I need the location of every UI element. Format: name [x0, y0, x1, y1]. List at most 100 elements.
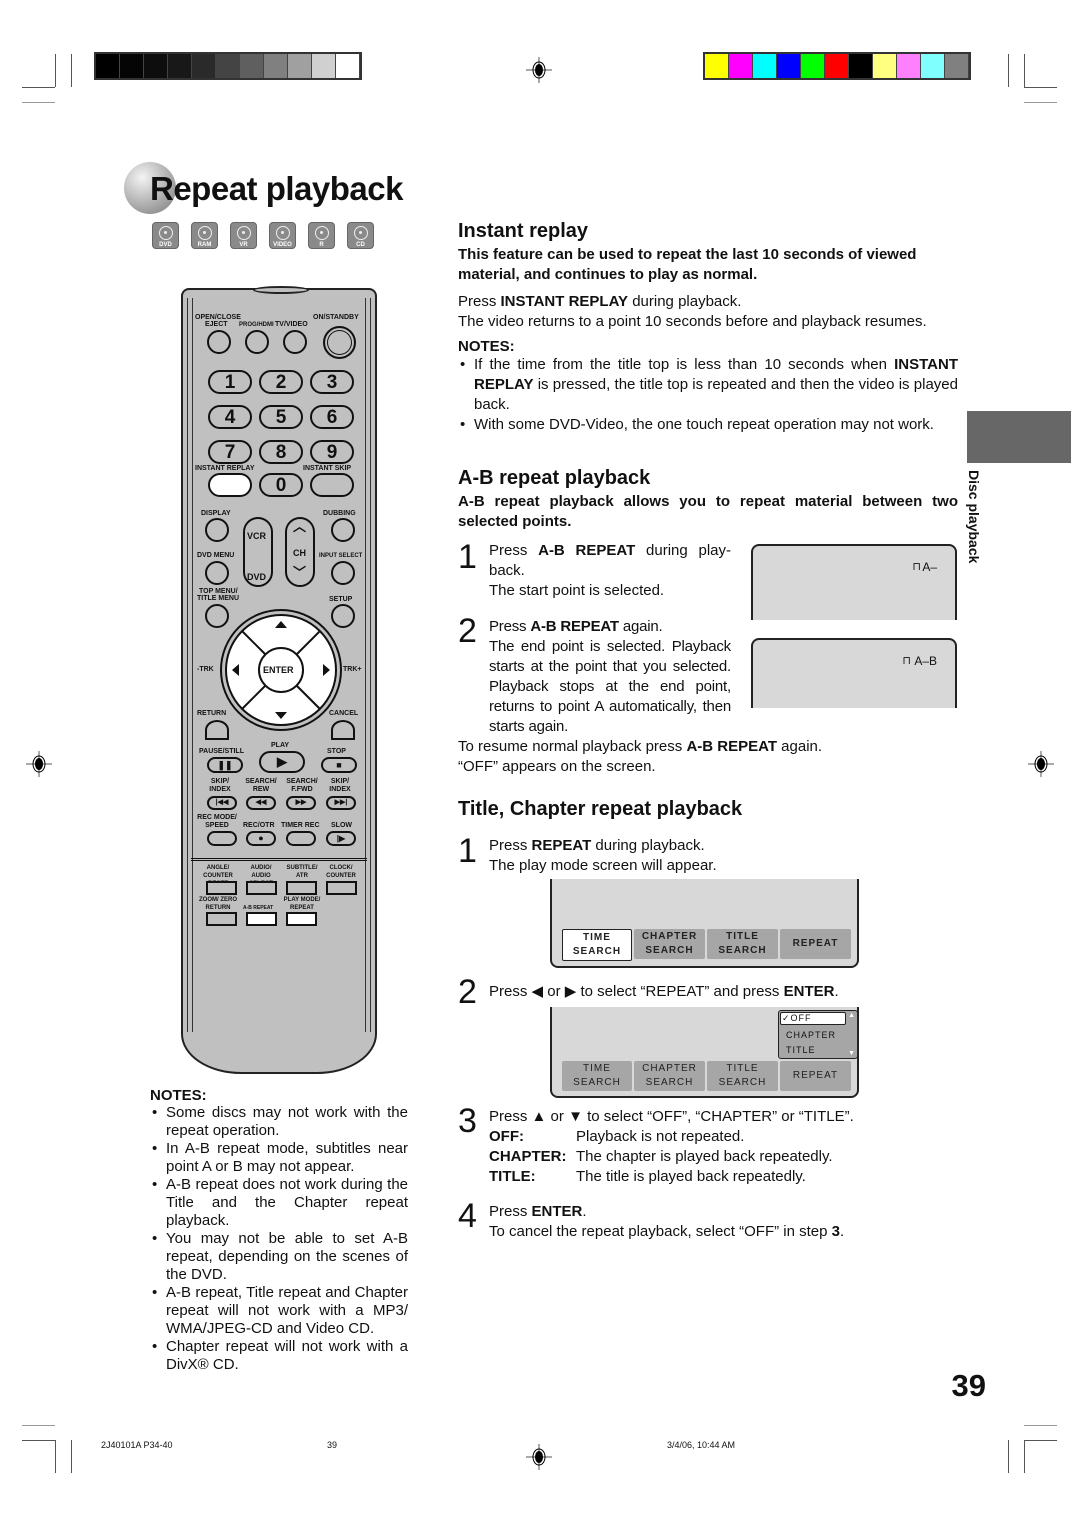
label-instant-skip: INSTANT SKIP [303, 465, 352, 472]
ab-repeat-heading: A-B repeat playback [458, 467, 651, 489]
ab-screen-end: ⊓ A–B [751, 638, 957, 708]
digit-1-button: 1 [208, 370, 252, 394]
label-play-mode: PLAY MODE/ REPEAT [283, 897, 321, 911]
pause-button: ❚❚ [207, 757, 243, 773]
up-arrow-icon: ▲ [531, 1108, 547, 1125]
tc-step4-text: Press ENTER. To cancel the repeat playba… [489, 1203, 845, 1240]
page-number: 39 [951, 1368, 986, 1403]
crop-mark [1024, 87, 1057, 88]
color-bar [703, 52, 971, 80]
open-close-button [207, 330, 231, 354]
crop-mark [22, 102, 55, 103]
rec-otr-button: ● [246, 831, 276, 846]
crop-mark [1024, 1425, 1057, 1426]
title-chapter-heading: Title, Chapter repeat playback [458, 798, 743, 820]
digit-5-button: 5 [259, 405, 303, 429]
step-number: 2 [458, 973, 477, 1011]
label-slow: SLOW [331, 822, 352, 829]
scroll-down-icon: ▼ [848, 1050, 855, 1057]
osd-chapter-search-button: CHAPTER SEARCH [634, 1061, 705, 1091]
angle-button [206, 881, 237, 895]
color-swatch [873, 54, 897, 78]
digit-7-button: 7 [208, 440, 252, 464]
digit-6-button: 6 [310, 405, 354, 429]
repeat-icon: ⊓ [912, 561, 921, 573]
registration-mark-icon [526, 57, 552, 83]
label-vcr: VCR [247, 531, 267, 541]
disc-r-icon: R [308, 222, 335, 249]
digit-3-button: 3 [310, 370, 354, 394]
skip-forward-button: ▶▶| [326, 796, 356, 810]
osd-title-search-button: TITLE SEARCH [707, 929, 778, 959]
color-swatch [168, 54, 192, 78]
crop-mark [55, 1440, 56, 1473]
color-swatch [825, 54, 849, 78]
label-stop: STOP [327, 748, 346, 755]
fast-forward-button: ▶▶ [286, 796, 316, 810]
step-number: 2 [458, 612, 477, 650]
digit-0-button: 0 [259, 473, 303, 497]
left-notes-heading: NOTES: [150, 1087, 207, 1104]
label-input-select: INPUT SELECT [319, 553, 363, 559]
play-mode-repeat-button [286, 912, 317, 926]
tv-video-button [283, 330, 307, 354]
right-arrow-icon: ▶ [564, 983, 577, 1000]
dropdown-option-chapter: CHAPTER [786, 1030, 837, 1040]
color-swatch [192, 54, 216, 78]
left-notes-list: Some discs may not work with the repeat … [150, 1104, 408, 1374]
label-on-standby: ON/STANDBY [313, 314, 359, 321]
label-tv-video: TV/VIDEO [275, 321, 308, 328]
osd-chapter-search-button: CHAPTER SEARCH [634, 929, 705, 959]
enter-button: ENTER [263, 665, 294, 675]
zoom-button [206, 912, 237, 926]
footer-page: 39 [327, 1440, 338, 1450]
input-select-button [331, 561, 355, 585]
step-number: 3 [458, 1102, 477, 1140]
osd-title-search-button: TITLE SEARCH [707, 1061, 778, 1091]
ab-screen-start: ⊓ A– [751, 544, 957, 620]
tc-step2-text: Press ◀ or ▶ to select “REPEAT” and pres… [489, 983, 839, 1000]
osd-time-search-button: TIME SEARCH [562, 1061, 632, 1091]
stop-button: ■ [321, 757, 357, 773]
play-mode-screen-repeat: ✓OFF CHAPTER TITLE ▲ ▼ TIME SEARCH CHAPTE… [550, 1007, 859, 1098]
instant-replay-heading: Instant replay [458, 220, 589, 242]
label-rec-otr: REC/OTR [243, 822, 275, 829]
disc-video-icon: VIDEO [269, 222, 296, 249]
prog-hdmi-button [245, 330, 269, 354]
gray-color-bar [94, 52, 362, 80]
tc-step1-text: Press REPEAT during playback. The play m… [489, 837, 717, 874]
color-swatch [729, 54, 753, 78]
left-arrow-icon: ◀ [531, 983, 544, 1000]
down-arrow-icon: ▼ [568, 1108, 583, 1125]
note-item: If the time from the title top is less t… [458, 355, 958, 415]
ab-end-indicator: A–B [914, 654, 937, 668]
label-clock: CLOCK/ COUNTER [326, 865, 356, 879]
label-title-menu: TITLE MENU [197, 595, 239, 602]
footer-date: 3/4/06, 10:44 AM [667, 1440, 736, 1450]
label-search-rew: SEARCH/ REW [245, 778, 277, 793]
registration-mark-icon [1028, 751, 1054, 777]
crop-mark [1024, 102, 1057, 103]
disc-vr-icon: VR [230, 222, 257, 249]
subtitle-button [286, 881, 317, 895]
color-swatch [144, 54, 168, 78]
note-item: Some discs may not work with the repeat … [150, 1104, 408, 1140]
color-swatch [312, 54, 336, 78]
instant-replay-notes: If the time from the title top is less t… [458, 355, 958, 435]
color-swatch [705, 54, 729, 78]
osd-repeat-button: REPEAT [780, 1061, 851, 1091]
label-prog-hdmi: PROG/HDMI [239, 322, 274, 328]
dropdown-option-off: ✓OFF [780, 1012, 846, 1025]
registration-mark-icon [26, 751, 52, 777]
label-eject: EJECT [205, 321, 228, 328]
repeat-dropdown: ✓OFF CHAPTER TITLE ▲ ▼ [778, 1010, 858, 1059]
slow-button: |▶ [326, 831, 356, 846]
remote-control-illustration: OPEN/CLOSE EJECT PROG/HDMI TV/VIDEO ON/S… [181, 286, 377, 1074]
note-item: A-B repeat does not work during the Titl… [150, 1176, 408, 1230]
label-return: RETURN [197, 710, 227, 717]
instant-skip-button [310, 473, 354, 497]
note-item: In A-B repeat mode, subtitles near point… [150, 1140, 408, 1176]
digit-9-button: 9 [310, 440, 354, 464]
scroll-up-icon: ▲ [848, 1012, 855, 1019]
color-swatch [96, 54, 120, 78]
